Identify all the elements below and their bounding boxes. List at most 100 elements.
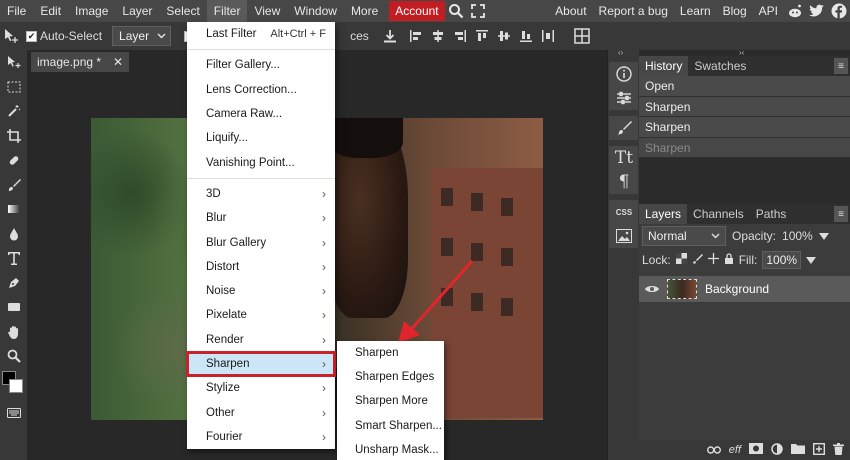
magic-wand-icon[interactable] [0, 99, 27, 124]
brush-tool-icon[interactable] [0, 173, 27, 198]
effects-icon[interactable]: eff [729, 444, 741, 456]
move-tool-icon[interactable] [0, 25, 22, 47]
align-top-icon[interactable] [471, 25, 493, 47]
menu-item-pixelate[interactable]: Pixelate › [187, 303, 335, 327]
account-button[interactable]: Account [389, 1, 445, 21]
align-bottom-icon[interactable] [515, 25, 537, 47]
brush-settings-icon[interactable] [609, 116, 639, 140]
image-icon[interactable] [609, 224, 639, 248]
eye-visibility-icon[interactable] [645, 284, 659, 294]
layer-select[interactable]: Layer [112, 26, 172, 46]
caret-down-icon[interactable] [806, 256, 817, 264]
lock-paint-icon[interactable] [692, 253, 703, 267]
menu-item-filter-gallery[interactable]: Filter Gallery... [187, 53, 335, 77]
healing-brush-icon[interactable] [0, 148, 27, 173]
align-left-icon[interactable] [405, 25, 427, 47]
tab-swatches[interactable]: Swatches [688, 56, 752, 76]
align-right-icon[interactable] [449, 25, 471, 47]
menu-item-lens-correction[interactable]: Lens Correction... [187, 78, 335, 102]
mask-icon[interactable] [749, 443, 763, 457]
adjustments-icon[interactable] [609, 86, 639, 110]
tab-paths[interactable]: Paths [750, 204, 793, 224]
collapse-arrows-icon[interactable]: ›‹ [739, 48, 744, 57]
history-item-sharpen[interactable]: Sharpen [639, 117, 850, 138]
tab-history[interactable]: History [639, 56, 689, 76]
info-icon[interactable] [609, 62, 639, 86]
menu-view[interactable]: View [247, 0, 287, 22]
menu-item-noise[interactable]: Noise › [187, 279, 335, 303]
submenu-item-smart-sharpen[interactable]: Smart Sharpen... [337, 414, 444, 438]
lock-position-icon[interactable] [707, 253, 719, 267]
new-layer-icon[interactable] [812, 442, 826, 458]
caret-down-icon[interactable] [818, 232, 829, 240]
menu-window[interactable]: Window [287, 0, 344, 22]
menu-item-distort[interactable]: Distort › [187, 255, 335, 279]
history-item-open[interactable]: Open [639, 76, 850, 97]
lock-all-icon[interactable] [724, 253, 734, 267]
link-blog[interactable]: Blog [717, 0, 753, 22]
auto-select-checkbox[interactable]: ✔ [26, 30, 37, 42]
zoom-tool-icon[interactable] [0, 344, 27, 369]
layer-row-background[interactable]: Background [639, 276, 850, 302]
link-about[interactable]: About [549, 0, 592, 22]
download-icon[interactable] [379, 25, 401, 47]
twitter-icon[interactable] [806, 0, 828, 22]
pen-tool-icon[interactable] [0, 271, 27, 296]
menu-item-camera-raw[interactable]: Camera Raw... [187, 102, 335, 126]
menu-item-blur-gallery[interactable]: Blur Gallery › [187, 230, 335, 254]
menu-more[interactable]: More [344, 0, 385, 22]
close-icon[interactable]: ✕ [113, 55, 123, 69]
menu-item-sharpen[interactable]: Sharpen › [186, 350, 336, 378]
menu-item-blur[interactable]: Blur › [187, 206, 335, 230]
document-tab[interactable]: image.png * ✕ [31, 52, 130, 72]
type-tool-icon[interactable] [0, 246, 27, 271]
menu-item-render[interactable]: Render › [187, 328, 335, 352]
fullscreen-icon[interactable] [467, 0, 489, 22]
move-tool-icon[interactable] [0, 50, 27, 75]
tab-layers[interactable]: Layers [639, 204, 688, 224]
folder-icon[interactable] [791, 443, 805, 457]
tab-channels[interactable]: Channels [687, 204, 750, 224]
delete-icon[interactable] [833, 442, 844, 458]
collapse-arrows-icon[interactable]: ‹› [618, 48, 623, 57]
layer-name[interactable]: Background [705, 282, 769, 296]
menu-image[interactable]: Image [68, 0, 115, 22]
blur-tool-icon[interactable] [0, 222, 27, 247]
menu-item-vanishing-point[interactable]: Vanishing Point... [187, 150, 335, 174]
blend-mode-select[interactable]: Normal [642, 226, 726, 246]
menu-item-last-filter[interactable]: Last Filter Alt+Ctrl + F [187, 22, 335, 46]
history-item-sharpen-undone[interactable]: Sharpen [639, 137, 850, 158]
panel-menu-icon[interactable]: ≡ [834, 206, 848, 222]
link-report-bug[interactable]: Report a bug [593, 0, 674, 22]
menu-item-3d[interactable]: 3D › [187, 182, 335, 206]
link-learn[interactable]: Learn [674, 0, 717, 22]
menu-layer[interactable]: Layer [115, 0, 159, 22]
gradient-tool-icon[interactable] [0, 197, 27, 222]
character-icon[interactable]: Tt [609, 146, 639, 170]
fill-value[interactable]: 100% [762, 251, 802, 269]
submenu-item-sharpen[interactable]: Sharpen [337, 341, 444, 365]
css-icon[interactable]: CSS [609, 200, 639, 224]
submenu-item-unsharp-mask[interactable]: Unsharp Mask... [337, 438, 444, 460]
history-item-sharpen[interactable]: Sharpen [639, 96, 850, 117]
align-center-h-icon[interactable] [427, 25, 449, 47]
reddit-icon[interactable] [784, 0, 806, 22]
menu-select[interactable]: Select [159, 0, 206, 22]
submenu-item-sharpen-more[interactable]: Sharpen More [337, 389, 444, 413]
adjustment-icon[interactable] [771, 442, 783, 458]
grid-icon[interactable] [571, 25, 593, 47]
menu-item-fourier[interactable]: Fourier › [187, 425, 335, 449]
lock-transparency-icon[interactable] [675, 253, 687, 267]
submenu-item-sharpen-edges[interactable]: Sharpen Edges [337, 365, 444, 389]
menu-filter[interactable]: Filter [206, 0, 248, 22]
marquee-tool-icon[interactable] [0, 75, 27, 100]
link-icon[interactable] [706, 443, 721, 457]
menu-edit[interactable]: Edit [33, 0, 68, 22]
shape-tool-icon[interactable] [0, 295, 27, 320]
background-color[interactable] [9, 378, 23, 393]
align-middle-icon[interactable] [493, 25, 515, 47]
hand-tool-icon[interactable] [0, 320, 27, 345]
search-icon[interactable] [445, 0, 467, 22]
menu-file[interactable]: File [0, 0, 33, 22]
distribute-icon[interactable] [537, 25, 559, 47]
